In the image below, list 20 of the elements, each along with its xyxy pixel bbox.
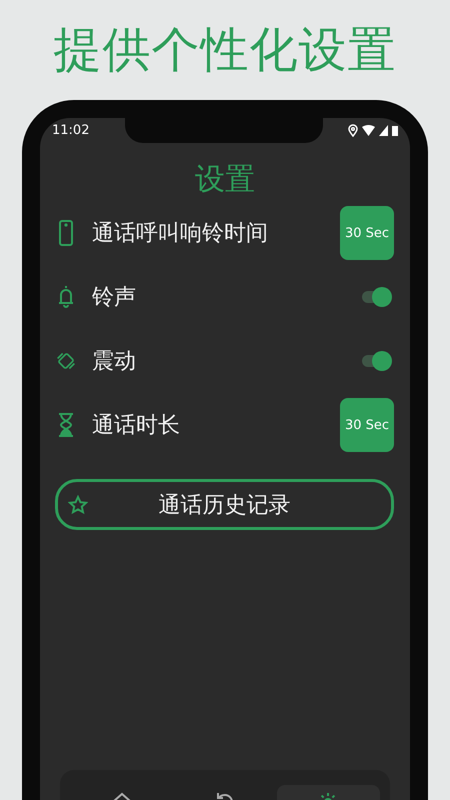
setting-label: 通话时长	[92, 412, 181, 440]
location-icon	[348, 124, 358, 136]
toggle-switch[interactable]	[362, 287, 392, 307]
history-button[interactable]: 通话历史记录	[55, 479, 394, 530]
signal-icon	[379, 124, 388, 136]
setting-label: 通话呼叫响铃时间	[92, 220, 269, 248]
screen-title: 设置	[194, 161, 256, 198]
battery-icon	[392, 124, 398, 136]
star-icon	[68, 494, 88, 514]
hourglass-icon	[56, 412, 76, 438]
time-value-button[interactable]: 30 Sec	[340, 398, 394, 452]
phone-icon	[56, 220, 76, 246]
bell-icon	[56, 284, 76, 310]
setting-label: 铃声	[92, 284, 137, 312]
setting-label: 震动	[92, 348, 137, 376]
time-value-button[interactable]: 30 Sec	[340, 206, 394, 260]
toggle-switch[interactable]	[362, 351, 392, 371]
wifi-icon	[362, 124, 375, 136]
status-time: 11:02	[52, 122, 90, 138]
headline: 提供个性化设置	[52, 21, 398, 80]
